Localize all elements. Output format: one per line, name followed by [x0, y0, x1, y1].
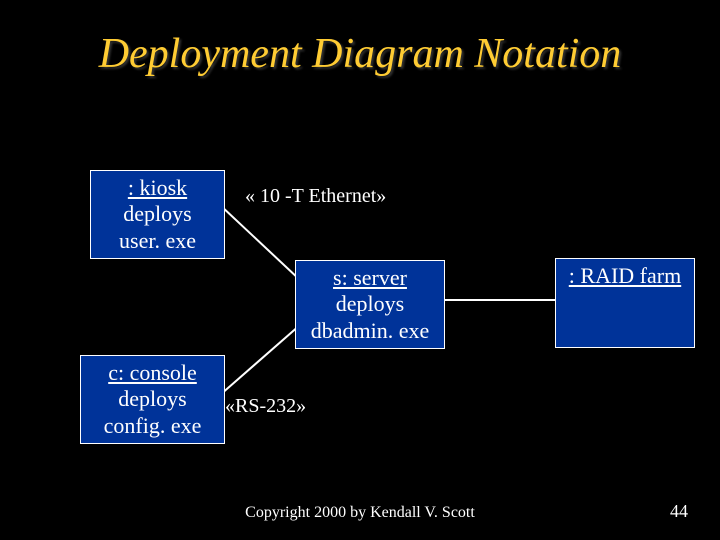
label-ethernet: « 10 -T Ethernet» — [245, 185, 386, 208]
node-raid: : RAID farm — [555, 258, 695, 348]
slide-title: Deployment Diagram Notation — [0, 30, 720, 78]
node-console-name: c: console — [87, 360, 218, 386]
node-kiosk: : kiosk deploysuser. exe — [90, 170, 225, 259]
node-server-name: s: server — [302, 265, 438, 291]
node-kiosk-body: deploysuser. exe — [119, 201, 196, 252]
footer-copyright: Copyright 2000 by Kendall V. Scott — [0, 504, 720, 522]
label-rs232: «RS-232» — [225, 395, 306, 418]
node-server-body: deploysdbadmin. exe — [311, 291, 430, 342]
page-number: 44 — [670, 501, 688, 522]
node-console-body: deploysconfig. exe — [104, 386, 202, 437]
node-raid-name: : RAID farm — [562, 263, 688, 289]
node-server: s: server deploysdbadmin. exe — [295, 260, 445, 349]
node-kiosk-name: : kiosk — [97, 175, 218, 201]
node-console: c: console deploysconfig. exe — [80, 355, 225, 444]
